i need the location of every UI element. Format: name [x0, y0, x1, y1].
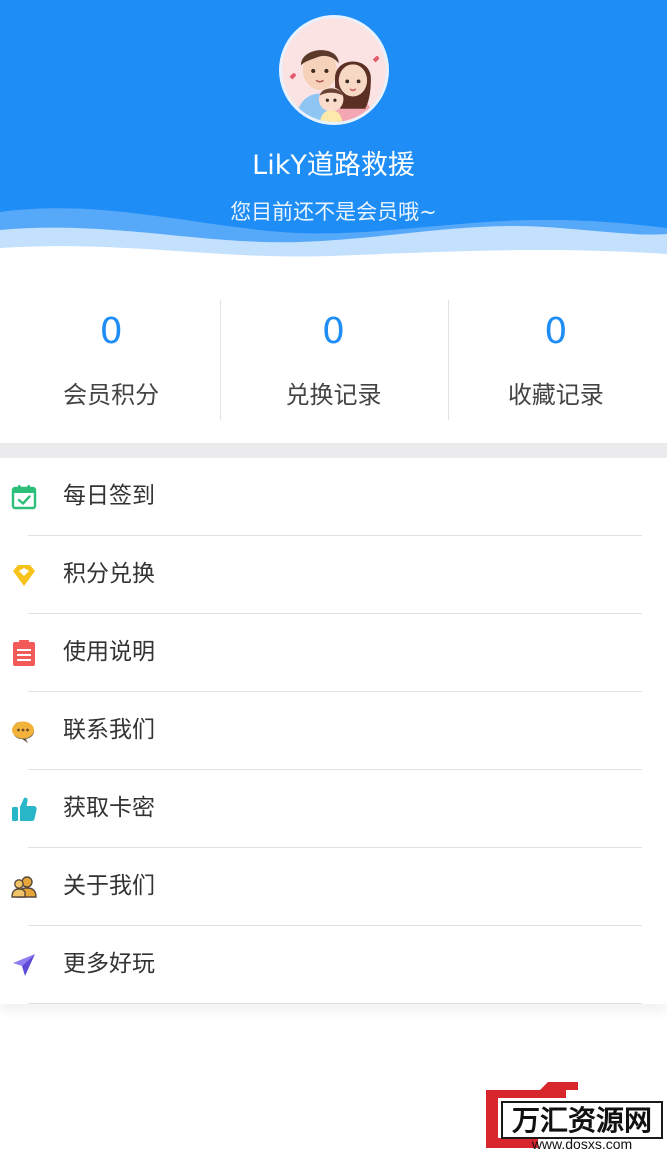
stat-value: 0	[99, 311, 123, 352]
stat-divider	[448, 300, 449, 420]
menu-item-instructions[interactable]: 使用说明	[0, 614, 667, 692]
section-separator	[0, 443, 667, 458]
stat-divider	[220, 300, 221, 420]
stat-favorite-records[interactable]: 0 收藏记录	[445, 280, 667, 440]
menu-item-get-card-key[interactable]: 获取卡密	[0, 770, 667, 848]
document-list-icon	[10, 639, 38, 667]
diamond-icon	[10, 561, 38, 589]
menu-item-label: 每日签到	[63, 483, 155, 509]
menu-item-label: 更多好玩	[63, 951, 155, 977]
menu-list: 每日签到 积分兑换 使用说明 联系我们 获取卡密 关于我们 更多好玩	[0, 458, 667, 1004]
stat-value: 0	[544, 311, 568, 352]
menu-item-label: 使用说明	[63, 639, 155, 665]
menu-item-more-fun[interactable]: 更多好玩	[0, 926, 667, 1004]
divider	[28, 1003, 642, 1004]
menu-item-label: 获取卡密	[63, 795, 155, 821]
stat-label: 收藏记录	[507, 381, 604, 409]
watermark-text: 万汇资源网	[512, 1105, 652, 1136]
avatar[interactable]	[279, 15, 389, 125]
stat-exchange-records[interactable]: 0 兑换记录	[222, 280, 444, 440]
member-status-text: 您目前还不是会员哦~	[230, 200, 437, 224]
stat-value: 0	[322, 311, 345, 352]
paper-plane-icon	[10, 951, 38, 979]
thumbs-up-icon	[10, 795, 38, 823]
chat-bubble-icon	[10, 717, 38, 745]
stats-row: 0 会员积分 0 兑换记录 0 收藏记录	[0, 280, 667, 440]
menu-item-about-us[interactable]: 关于我们	[0, 848, 667, 926]
menu-item-contact-us[interactable]: 联系我们	[0, 692, 667, 770]
menu-item-points-exchange[interactable]: 积分兑换	[0, 536, 667, 614]
menu-item-label: 关于我们	[63, 873, 155, 899]
calendar-check-icon	[10, 483, 38, 511]
watermark-logo: 万汇资源网 www.dosxs.com	[478, 1078, 664, 1152]
stat-label: 会员积分	[63, 381, 160, 409]
username: LikY道路救援	[252, 150, 415, 181]
menu-item-label: 联系我们	[63, 717, 155, 743]
profile-header: LikY道路救援 您目前还不是会员哦~	[0, 0, 667, 280]
menu-item-label: 积分兑换	[63, 561, 155, 587]
watermark-url: www.dosxs.com	[531, 1136, 632, 1152]
stat-member-points[interactable]: 0 会员积分	[0, 280, 222, 440]
people-icon	[10, 873, 38, 901]
family-avatar-icon	[282, 18, 386, 122]
stat-label: 兑换记录	[285, 381, 382, 409]
menu-item-daily-checkin[interactable]: 每日签到	[0, 458, 667, 536]
